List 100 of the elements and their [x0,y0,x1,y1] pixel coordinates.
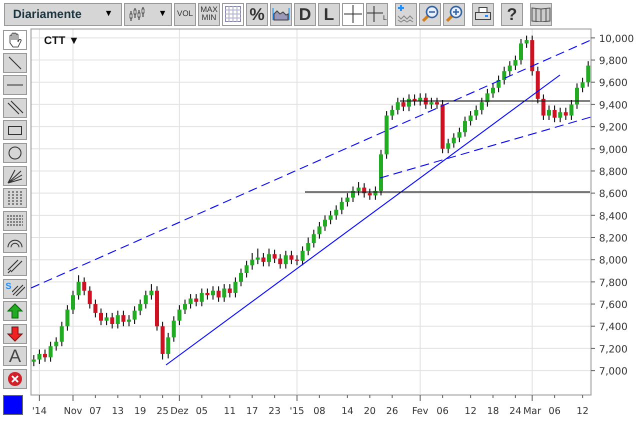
x-axis-label: 12 [576,406,589,417]
toolbar-button[interactable]: MAX MIN [198,2,220,26]
toolbar-button[interactable]: L [318,2,340,26]
y-axis-label: 9,000 [599,144,628,156]
area-button[interactable] [270,2,292,26]
x-axis-label: 19 [134,406,146,417]
y-axis-label: 7,400 [599,322,628,334]
candle [351,186,355,203]
drawing-tool-button[interactable] [3,256,27,276]
delete-icon [6,370,24,387]
x-axis-label: 17 [246,406,258,417]
x-axis-label: 05 [196,406,208,417]
candle [491,82,495,98]
print-button[interactable] [472,2,494,26]
candle [575,82,579,110]
y-axis-label: 8,200 [599,234,628,244]
toolbar-button[interactable]: VOL [174,2,196,26]
candle [435,97,439,110]
x-axis-label: 08 [313,406,326,417]
toolbar-button[interactable]: ? [501,2,523,26]
zoom-out-button[interactable] [419,2,441,26]
candle [295,254,299,266]
candle [267,248,271,267]
chart-type-dropdown[interactable]: ▼ [124,2,172,26]
drawing-tool-button[interactable] [3,120,27,140]
y-axis-label: 9,400 [599,100,628,112]
book-button[interactable] [530,2,552,26]
y-axis-label: 10,000 [599,34,634,45]
toolbar-button[interactable]: % [246,2,268,26]
drawing-tool-button[interactable] [3,75,27,96]
candle [323,214,327,232]
zoom-in-icon [445,5,463,23]
toolbar-button[interactable]: D [294,2,316,26]
drawing-tool-button[interactable]: A [3,346,27,366]
x-axis-label: 20 [364,406,376,417]
add-line-button[interactable] [395,2,417,26]
trend-plus-icon [397,5,415,23]
drawing-tool-button[interactable] [3,142,27,163]
y-axis-label: 7,600 [599,300,628,312]
x-axis-label: 11 [224,406,236,417]
channel-lines-icon [6,258,24,274]
symbol-label[interactable]: CTT ▼ [44,35,80,47]
drawing-tool-button[interactable] [3,324,27,344]
x-axis-label: 18 [486,406,500,417]
arc-icon [7,238,23,248]
y-axis-label: 8,600 [599,189,628,200]
down-arrow-icon [6,326,24,342]
diagonal-line-icon [6,54,24,71]
candle [519,38,523,65]
channel-lines-icon [12,282,24,296]
y-axis-label: 9,800 [599,56,628,68]
x-axis-label: 13 [112,406,124,417]
drawing-tool-button[interactable] [3,98,27,118]
x-axis-label: 24 [509,406,522,417]
x-axis-label: Dez [170,406,188,417]
candle [127,314,131,327]
zoom-in-button[interactable] [443,2,465,26]
x-axis-label: 26 [386,406,398,417]
drawing-tool-button[interactable] [3,188,27,208]
y-axis-label: 7,800 [599,278,628,289]
y-axis-label: 9,200 [599,122,628,134]
crosshair-button[interactable] [342,2,364,26]
x-axis-label: 25 [156,406,169,417]
x-axis-label: Mar [523,406,542,417]
y-axis-label: 8,800 [599,166,628,178]
candle [183,299,187,315]
crosshair-icon [344,5,362,23]
crosshair-icon [367,6,384,22]
candlestick-icon [129,7,145,21]
x-axis-label: 06 [548,406,561,417]
y-axis-label: 8,000 [599,256,628,267]
drawing-tool-button[interactable] [3,233,27,254]
drawing-tool-button[interactable] [3,166,27,186]
drawing-tool-button[interactable] [3,210,27,231]
color-swatch[interactable] [3,394,23,414]
candle [547,105,551,120]
y-axis-label: 9,600 [599,78,628,90]
printer-icon [475,7,491,21]
zoom-out-icon [421,5,439,23]
drawing-tool-button[interactable] [3,52,27,73]
candle [239,268,243,287]
y-axis-label: 7,200 [599,344,628,356]
fan-lines-icon [6,168,24,184]
grid-button[interactable] [222,2,244,26]
drawing-tool-button[interactable] [3,301,27,322]
candle [99,308,103,326]
x-axis-label: 14 [341,406,354,417]
horizontal-line-icon [7,84,23,86]
candle [463,116,467,138]
parallel-lines-icon [6,100,24,116]
x-axis-label: '15 [290,406,304,417]
drawing-tool-button[interactable] [3,368,27,389]
x-axis-label: 12 [464,406,477,417]
period-dropdown[interactable]: Diariamente ▼ [4,2,122,26]
candle [211,286,215,300]
up-arrow-icon [6,303,24,320]
y-axis-label: 8,400 [599,211,628,222]
x-axis-label: '14 [32,406,47,417]
candle [71,290,75,315]
drawing-tool-button[interactable] [3,30,27,50]
